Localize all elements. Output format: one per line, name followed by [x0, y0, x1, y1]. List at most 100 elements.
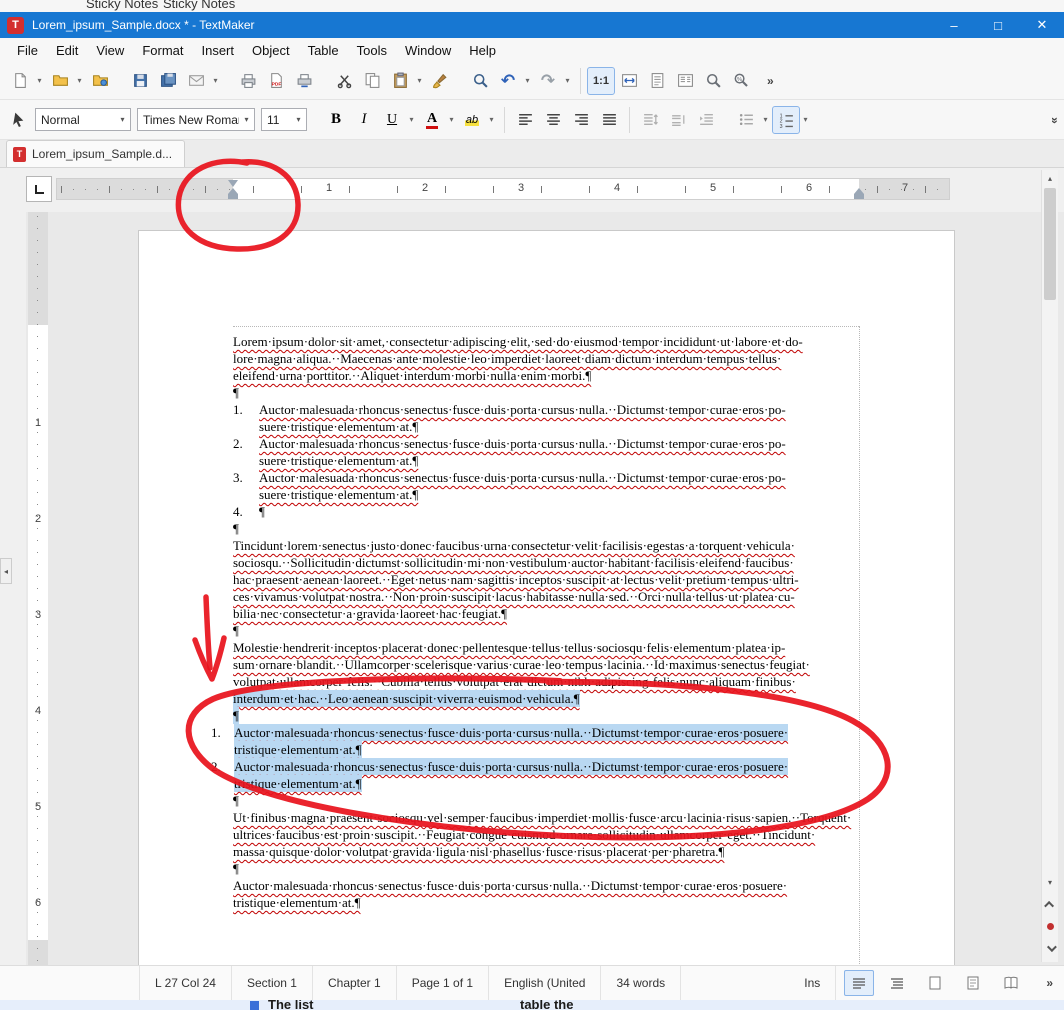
chevron-down-icon[interactable]: ▾	[74, 76, 85, 85]
horizontal-split-handle[interactable]: ◂	[0, 558, 12, 584]
outline-view-button[interactable]	[882, 970, 912, 996]
chevron-down-icon[interactable]: ▾	[522, 76, 533, 85]
menu-view[interactable]: View	[87, 43, 133, 58]
chevron-down-icon[interactable]: ▾	[446, 115, 457, 124]
underline-button[interactable]: U	[378, 106, 406, 134]
chevron-down-icon[interactable]: ▾	[760, 115, 771, 124]
line-spacing-button[interactable]	[636, 106, 664, 134]
previous-page-button[interactable]	[1042, 896, 1058, 912]
vertical-scrollbar[interactable]: ▴ ▾	[1041, 170, 1058, 962]
minimize-button[interactable]: –	[932, 12, 976, 38]
open-remote-button[interactable]	[86, 67, 114, 95]
print-button[interactable]	[234, 67, 262, 95]
normal-view-icon	[851, 975, 867, 991]
paragraph-spacing-button[interactable]	[664, 106, 692, 134]
menu-table[interactable]: Table	[299, 43, 348, 58]
open-button[interactable]	[46, 67, 74, 95]
printer-icon	[240, 72, 257, 89]
next-page-button[interactable]	[1042, 940, 1058, 956]
cut-button[interactable]	[330, 67, 358, 95]
align-justify-button[interactable]	[595, 106, 623, 134]
menu-insert[interactable]: Insert	[192, 43, 243, 58]
document-tab[interactable]: T Lorem_ipsum_Sample.d...	[6, 140, 185, 167]
send-mail-button[interactable]	[182, 67, 210, 95]
chevron-down-icon[interactable]: ▾	[562, 76, 573, 85]
numbered-list-button[interactable]: 123	[772, 106, 800, 134]
font-family-select[interactable]: Times New Romar ▾	[137, 108, 255, 131]
copy-button[interactable]	[358, 67, 386, 95]
highlight-button[interactable]: ab	[458, 106, 486, 134]
tab-stop-selector[interactable]	[26, 176, 52, 202]
menu-window[interactable]: Window	[396, 43, 460, 58]
toolbar-overflow-chevron[interactable]: »	[1048, 117, 1062, 123]
book-view-button[interactable]	[996, 970, 1026, 996]
scroll-down-button[interactable]: ▾	[1042, 874, 1058, 890]
align-right-button[interactable]	[567, 106, 595, 134]
doc-text[interactable]: Lorem·ipsum·dolor·sit·amet,·consectetur·…	[233, 333, 859, 911]
page-indicator[interactable]: Page 1 of 1	[397, 966, 489, 1000]
menu-format[interactable]: Format	[133, 43, 192, 58]
indent-button[interactable]	[692, 106, 720, 134]
menu-help[interactable]: Help	[460, 43, 505, 58]
new-document-button[interactable]	[6, 67, 34, 95]
chapter-indicator[interactable]: Chapter 1	[313, 966, 397, 1000]
zoom-actual-size-button[interactable]: 1:1	[587, 67, 615, 95]
chevron-down-icon[interactable]: ▾	[34, 76, 45, 85]
format-painter-button[interactable]	[426, 67, 454, 95]
language-indicator[interactable]: English (United	[489, 966, 601, 1000]
ruler-number: 3	[518, 182, 524, 194]
save-button[interactable]	[126, 67, 154, 95]
multi-column-view-button[interactable]	[671, 67, 699, 95]
zoom-button[interactable]	[699, 67, 727, 95]
align-left-button[interactable]	[511, 106, 539, 134]
blank-page-view-button[interactable]	[920, 970, 950, 996]
fit-width-button[interactable]	[615, 67, 643, 95]
save-all-button[interactable]	[154, 67, 182, 95]
insert-mode-indicator[interactable]: Ins	[789, 966, 836, 1000]
normal-view-button[interactable]	[844, 970, 874, 996]
bullet-list-button[interactable]	[732, 106, 760, 134]
menu-edit[interactable]: Edit	[47, 43, 87, 58]
chevron-down-icon[interactable]: ▾	[800, 115, 811, 124]
page-layout-view-button[interactable]	[958, 970, 988, 996]
align-center-button[interactable]	[539, 106, 567, 134]
right-indent-marker[interactable]	[854, 188, 864, 194]
bold-button[interactable]: B	[322, 106, 350, 134]
word-count[interactable]: 34 words	[601, 966, 681, 1000]
chevron-down-icon[interactable]: ▾	[414, 76, 425, 85]
font-size-select[interactable]: 11 ▾	[261, 108, 307, 131]
single-page-view-button[interactable]	[643, 67, 671, 95]
chevron-down-icon[interactable]: ▾	[210, 76, 221, 85]
undo-button[interactable]: ↶	[494, 67, 522, 95]
paragraph-style-select[interactable]: Normal ▾	[35, 108, 131, 131]
statusbar-overflow-chevron[interactable]: »	[1046, 976, 1052, 990]
menu-tools[interactable]: Tools	[348, 43, 396, 58]
chevron-down-icon[interactable]: ▾	[486, 115, 497, 124]
horizontal-ruler[interactable]: 1 2 3 4 5 6 7	[56, 178, 950, 200]
zoom-level-button[interactable]: %	[727, 67, 755, 95]
close-button[interactable]: ✕	[1020, 12, 1064, 38]
find-button[interactable]	[466, 67, 494, 95]
maximize-button[interactable]: □	[976, 12, 1020, 38]
pointer-icon	[10, 111, 27, 128]
quick-print-button[interactable]	[290, 67, 318, 95]
chevron-down-icon[interactable]: ▾	[406, 115, 417, 124]
object-mode-button[interactable]	[4, 106, 32, 134]
redo-button[interactable]: ↷	[534, 67, 562, 95]
font-color-button[interactable]: A	[418, 106, 446, 134]
select-browse-object-button[interactable]	[1042, 918, 1058, 934]
scroll-thumb[interactable]	[1044, 188, 1056, 300]
first-line-indent-marker[interactable]	[228, 180, 238, 187]
menu-file[interactable]: File	[8, 43, 47, 58]
export-pdf-button[interactable]: PDF	[262, 67, 290, 95]
italic-button[interactable]: I	[350, 106, 378, 134]
paste-button[interactable]	[386, 67, 414, 95]
left-indent-marker[interactable]	[228, 188, 238, 194]
cursor-position[interactable]: L 27 Col 24	[140, 966, 232, 1000]
toolbar-overflow-chevron[interactable]: »	[767, 74, 773, 88]
envelope-icon	[188, 72, 205, 89]
scroll-up-button[interactable]: ▴	[1042, 170, 1058, 186]
menu-object[interactable]: Object	[243, 43, 299, 58]
vertical-ruler[interactable]: 1 2 3 4 5 6	[28, 212, 48, 965]
section-indicator[interactable]: Section 1	[232, 966, 313, 1000]
